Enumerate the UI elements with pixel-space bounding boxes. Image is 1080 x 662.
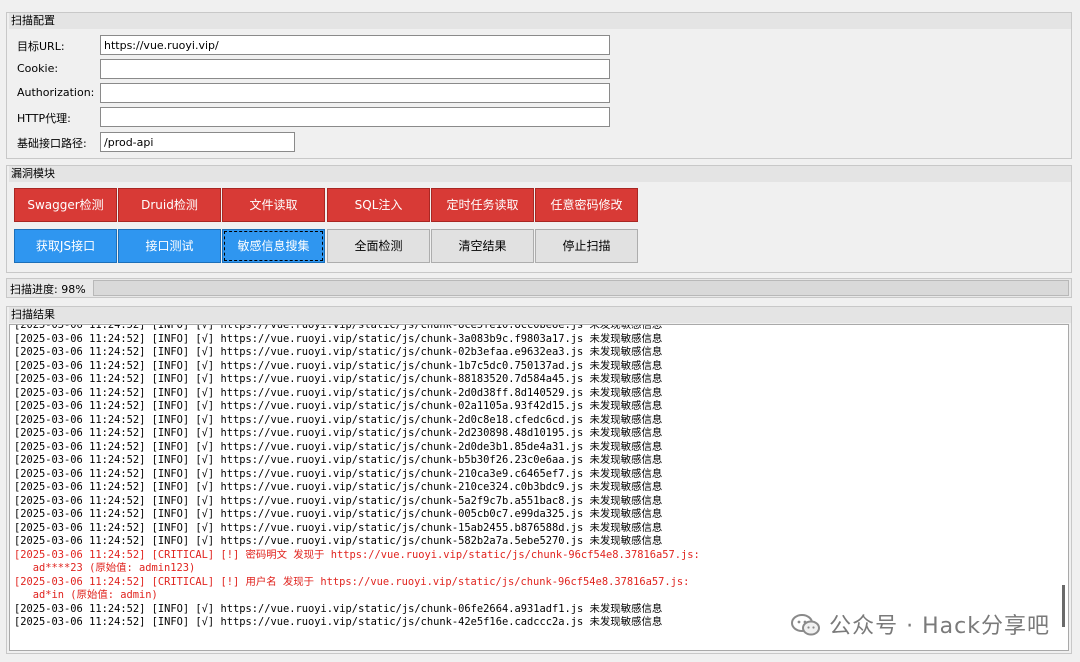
log-line: [2025-03-06 11:24:52] [INFO] [√] https:/… <box>14 535 663 547</box>
druid-detect-button[interactable]: Druid检测 <box>118 188 221 222</box>
log-line: [2025-03-06 11:24:52] [INFO] [√] https:/… <box>14 324 663 331</box>
progress-group: 扫描进度: 98% <box>6 278 1072 298</box>
api-test-button[interactable]: 接口测试 <box>118 229 221 263</box>
base-path-input[interactable] <box>100 132 295 152</box>
scan-result-title: 扫描结果 <box>9 307 1071 323</box>
watermark: 公众号 · Hack分享吧 <box>791 608 1050 640</box>
log-line: [2025-03-06 11:24:52] [INFO] [√] https:/… <box>14 494 663 507</box>
log-line: [2025-03-06 11:24:52] [INFO] [√] https:/… <box>14 508 663 520</box>
full-scan-button[interactable]: 全面检测 <box>327 229 430 263</box>
sql-injection-button[interactable]: SQL注入 <box>327 188 430 222</box>
vuln-module-group: 漏洞模块 Swagger检测 Druid检测 文件读取 SQL注入 定时任务读取… <box>6 165 1072 273</box>
scan-config-group: 扫描配置 目标URL: Cookie: Authorization: HTTP代… <box>6 12 1072 159</box>
scheduled-task-read-button[interactable]: 定时任务读取 <box>431 188 534 222</box>
result-log-content: [2025-03-06 11:24:52] [INFO] [√] https:/… <box>14 324 1048 630</box>
log-line: [2025-03-06 11:24:52] [INFO] [√] https:/… <box>14 359 663 372</box>
progress-label: 扫描进度: 98% <box>10 283 86 296</box>
log-line: [2025-03-06 11:24:52] [INFO] [√] https:/… <box>14 521 663 534</box>
scan-result-group: 扫描结果 [2025-03-06 11:24:52] [INFO] [√] ht… <box>6 306 1072 654</box>
clear-results-button[interactable]: 清空结果 <box>431 229 534 263</box>
log-line: ad****23 (原始值: admin123) <box>14 562 196 574</box>
authorization-input[interactable] <box>100 83 610 103</box>
target-url-input[interactable] <box>100 35 610 55</box>
progress-bar-fill <box>94 281 1068 295</box>
http-proxy-label: HTTP代理: <box>17 112 71 125</box>
swagger-detect-button[interactable]: Swagger检测 <box>14 188 117 222</box>
watermark-text: 公众号 · Hack分享吧 <box>829 614 1050 639</box>
log-line: [2025-03-06 11:24:52] [INFO] [√] https:/… <box>14 481 663 493</box>
authorization-label: Authorization: <box>17 86 95 99</box>
sensitive-info-collect-button[interactable]: 敏感信息搜集 <box>222 229 325 263</box>
log-scrollbar[interactable] <box>1062 585 1065 627</box>
cookie-input[interactable] <box>100 59 610 79</box>
vuln-module-title: 漏洞模块 <box>9 166 1071 182</box>
log-line: [2025-03-06 11:24:52] [CRITICAL] [!] 密码明… <box>14 548 700 561</box>
log-line: [2025-03-06 11:24:52] [INFO] [√] https:/… <box>14 386 663 399</box>
file-read-button[interactable]: 文件读取 <box>222 188 325 222</box>
http-proxy-input[interactable] <box>100 107 610 127</box>
log-line: [2025-03-06 11:24:52] [INFO] [√] https:/… <box>14 413 663 426</box>
log-line: ad*in (原始值: admin) <box>14 589 158 601</box>
log-line: [2025-03-06 11:24:52] [INFO] [√] https:/… <box>14 440 663 453</box>
log-line: [2025-03-06 11:24:52] [INFO] [√] https:/… <box>14 346 663 358</box>
password-modify-button[interactable]: 任意密码修改 <box>535 188 638 222</box>
log-line: [2025-03-06 11:24:52] [CRITICAL] [!] 用户名… <box>14 575 690 588</box>
scan-config-title: 扫描配置 <box>9 13 1071 29</box>
progress-bar <box>93 280 1069 296</box>
log-line: [2025-03-06 11:24:52] [INFO] [√] https:/… <box>14 400 663 412</box>
cookie-label: Cookie: <box>17 62 59 75</box>
result-log[interactable]: [2025-03-06 11:24:52] [INFO] [√] https:/… <box>9 324 1069 651</box>
log-line: [2025-03-06 11:24:52] [INFO] [√] https:/… <box>14 332 663 345</box>
fetch-js-api-button[interactable]: 获取JS接口 <box>14 229 117 263</box>
wechat-icon <box>791 614 821 636</box>
log-line: [2025-03-06 11:24:52] [INFO] [√] https:/… <box>14 373 663 385</box>
log-line: [2025-03-06 11:24:52] [INFO] [√] https:/… <box>14 427 663 439</box>
stop-scan-button[interactable]: 停止扫描 <box>535 229 638 263</box>
target-url-label: 目标URL: <box>17 40 65 53</box>
log-line: [2025-03-06 11:24:52] [INFO] [√] https:/… <box>14 454 663 466</box>
base-path-label: 基础接口路径: <box>17 137 87 150</box>
log-line: [2025-03-06 11:24:52] [INFO] [√] https:/… <box>14 467 663 480</box>
